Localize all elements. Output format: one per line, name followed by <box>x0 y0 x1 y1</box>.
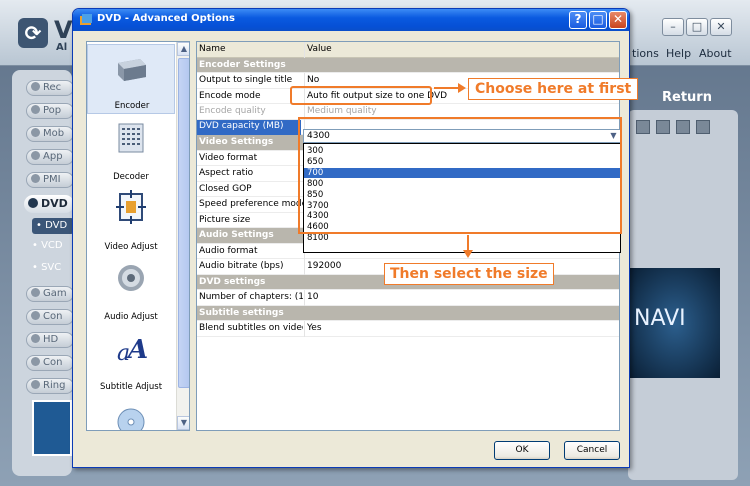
annotation-arrows <box>434 83 473 258</box>
annotation-label-first: Choose here at first <box>468 78 639 100</box>
arrow-head-right <box>458 83 466 93</box>
arrow-head-down <box>463 250 473 258</box>
annotation-label-second: Then select the size <box>384 263 554 285</box>
